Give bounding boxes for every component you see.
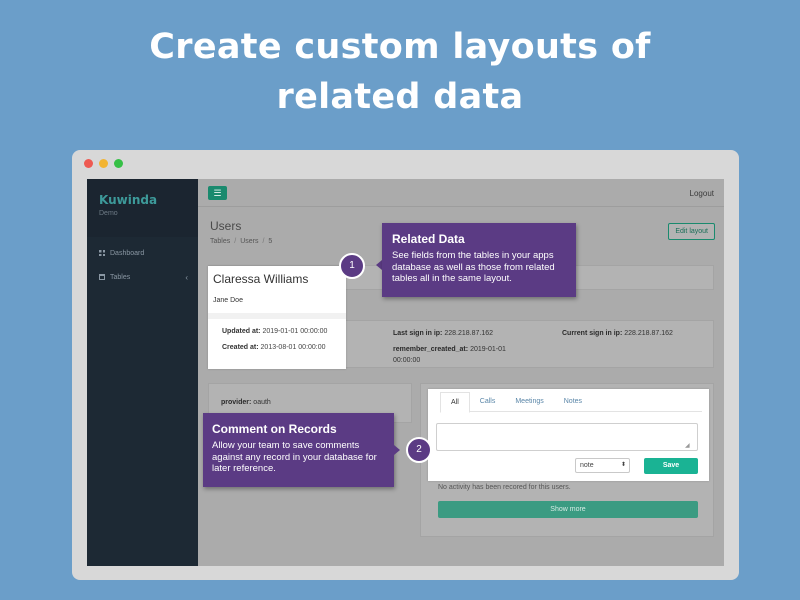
resize-handle-icon[interactable]: ◢ [685, 442, 690, 449]
sidebar-item-label: Tables [110, 273, 131, 281]
callout-2-pointer [394, 445, 400, 455]
tab-notes[interactable]: Notes [554, 392, 592, 411]
sidebar: Kuwinda Demo Dashboard Tables ‹ [87, 179, 198, 566]
profile-divider [208, 313, 346, 319]
select-arrows-icon: ⬍ [620, 462, 626, 468]
show-more-button[interactable]: Show more [438, 501, 698, 518]
table-icon [99, 274, 105, 280]
updated-at-field: Updated at: 2019-01-01 00:00:00 [222, 328, 327, 335]
remember-created-value-time: 00:00:00 [393, 357, 421, 364]
provider-value: oauth [253, 399, 271, 406]
window-controls [84, 159, 123, 168]
tab-all[interactable]: All [440, 392, 470, 413]
callout-1-badge: 1 [339, 253, 365, 279]
created-at-field: Created at: 2013-08-01 00:00:00 [222, 344, 326, 351]
brand-name[interactable]: Kuwinda [99, 193, 186, 207]
tab-meetings[interactable]: Meetings [505, 392, 553, 411]
remember-created-field: remember_created_at: 2019-01-01 00:00:00 [393, 344, 506, 366]
brand-subtitle: Demo [99, 210, 118, 217]
headline-line-1: Create custom layouts of [149, 27, 651, 67]
minimize-window-dot[interactable] [99, 159, 108, 168]
callout-comment-on-records: Comment on Records Allow your team to sa… [203, 413, 394, 487]
chevron-left-icon: ‹ [185, 272, 188, 282]
sidebar-item-tables[interactable]: Tables ‹ [87, 265, 198, 289]
provider-field: provider: oauth [221, 397, 271, 408]
breadcrumb-tables[interactable]: Tables [210, 238, 230, 245]
browser-window: Kuwinda Demo Dashboard Tables ‹ ☰ Logout… [72, 150, 739, 580]
current-sign-in-value: 228.218.87.162 [624, 330, 673, 337]
comment-tabs: All Calls Meetings Notes [440, 392, 702, 413]
comment-textarea[interactable] [436, 423, 698, 451]
remember-created-label: remember_created_at: [393, 346, 469, 353]
sidebar-item-dashboard[interactable]: Dashboard [87, 241, 198, 265]
sidebar-nav: Dashboard Tables ‹ [87, 237, 198, 289]
callout-1-body: See fields from the tables in your apps … [392, 250, 555, 284]
comment-type-value: note [580, 462, 594, 469]
maximize-window-dot[interactable] [114, 159, 123, 168]
no-activity-message: No activity has been recored for this us… [438, 484, 571, 491]
edit-layout-button[interactable]: Edit layout [668, 223, 715, 240]
callout-2-body: Allow your team to save comments against… [212, 440, 377, 474]
breadcrumb-current: 5 [268, 238, 273, 245]
provider-label: provider: [221, 399, 252, 406]
comment-panel: All Calls Meetings Notes ◢ note ⬍ Save [428, 389, 709, 481]
logout-link[interactable]: Logout [690, 189, 714, 198]
menu-toggle-button[interactable]: ☰ [208, 186, 227, 200]
headline: Create custom layouts of related data [0, 22, 800, 122]
dashboard-icon [99, 250, 105, 256]
created-at-label: Created at: [222, 344, 259, 351]
breadcrumb-separator: / [262, 238, 265, 245]
remember-created-value-date: 2019-01-01 [470, 346, 506, 353]
callout-1-title: Related Data [392, 232, 465, 246]
close-window-dot[interactable] [84, 159, 93, 168]
header-divider [198, 206, 724, 207]
current-sign-in-field: Current sign in ip: 228.218.87.162 [562, 328, 673, 339]
last-sign-in-label: Last sign in ip: [393, 330, 443, 337]
callout-related-data: Related Data See fields from the tables … [382, 223, 576, 297]
current-sign-in-label: Current sign in ip: [562, 330, 623, 337]
headline-line-2: related data [276, 77, 524, 117]
sidebar-item-label: Dashboard [110, 249, 145, 257]
breadcrumb-users[interactable]: Users [240, 238, 258, 245]
last-sign-in-value: 228.218.87.162 [444, 330, 494, 337]
brand: Kuwinda Demo [87, 179, 198, 237]
updated-at-label: Updated at: [222, 328, 261, 335]
profile-card: Claressa Williams Jane Doe Updated at: 2… [208, 266, 346, 369]
callout-2-badge: 2 [406, 437, 432, 463]
callout-2-title: Comment on Records [212, 422, 337, 436]
profile-subtitle: Jane Doe [213, 297, 243, 304]
created-at-value: 2013-08-01 00:00:00 [260, 344, 326, 351]
breadcrumb-separator: / [234, 238, 237, 245]
breadcrumb: Tables / Users / 5 [210, 238, 272, 245]
save-button[interactable]: Save [644, 458, 698, 474]
profile-name: Claressa Williams [213, 272, 309, 286]
comment-type-select[interactable]: note ⬍ [575, 458, 630, 473]
tab-calls[interactable]: Calls [470, 392, 506, 411]
updated-at-value: 2019-01-01 00:00:00 [262, 328, 328, 335]
last-sign-in-field: Last sign in ip: 228.218.87.162 [393, 328, 493, 339]
page-title: Users [210, 219, 242, 233]
